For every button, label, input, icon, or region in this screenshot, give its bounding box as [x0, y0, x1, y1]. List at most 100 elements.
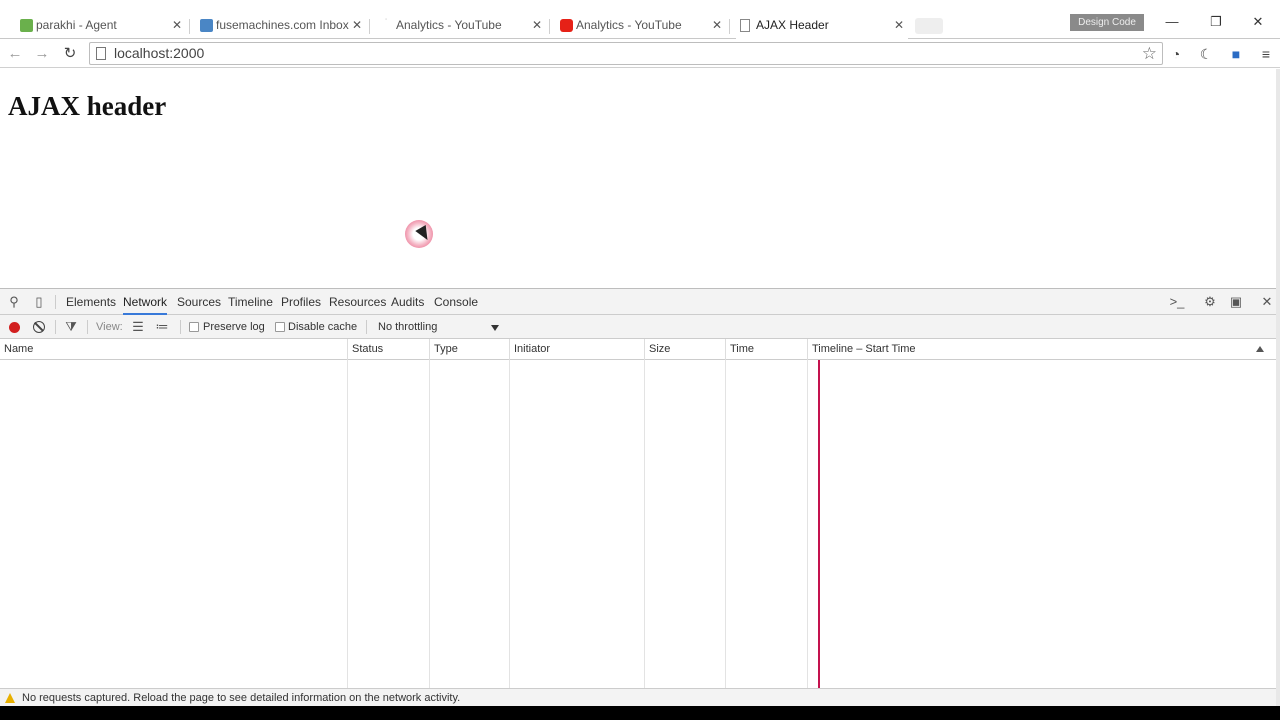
bookmark-star-icon[interactable]: ☆ [1142, 43, 1157, 64]
tab-fusemachines-inbox[interactable]: fusemachines.com Inbox ✕ [196, 14, 366, 39]
column-status[interactable]: Status [348, 339, 430, 360]
column-type[interactable]: Type [430, 339, 510, 360]
right-edge-scrollbar[interactable] [1276, 69, 1280, 720]
page-icon [740, 19, 750, 32]
view-label: View: [96, 321, 123, 333]
green-agent-icon [20, 19, 33, 32]
tab-analytics-youtube-1[interactable]: ˙ Analytics - YouTube ✕ [376, 14, 546, 39]
network-grid-body [0, 360, 1276, 688]
toolbar-divider [87, 320, 88, 334]
column-divider [509, 360, 510, 688]
tab-divider [729, 19, 730, 34]
youtube-icon [560, 19, 573, 32]
tab-ajax-header[interactable]: AJAX Header ✕ [736, 14, 908, 39]
address-bar[interactable]: localhost:2000 ☆ [89, 42, 1163, 65]
url-text: localhost:2000 [114, 45, 205, 61]
toolbar-divider [180, 320, 181, 334]
column-time[interactable]: Time [726, 339, 808, 360]
forward-arrow-icon[interactable]: → [31, 43, 53, 65]
filter-icon[interactable]: ⧩ [62, 318, 80, 336]
tab-audits[interactable]: Audits [391, 289, 424, 315]
close-window-button[interactable]: ✕ [1238, 14, 1278, 32]
network-grid-header: Name Status Type Initiator Size Time Tim… [0, 339, 1276, 360]
preserve-log-label: Preserve log [203, 321, 265, 333]
minimize-button[interactable]: — [1152, 14, 1192, 32]
window-top-edge [0, 0, 1280, 14]
network-status-bar: No requests captured. Reload the page to… [0, 688, 1276, 707]
new-tab-button[interactable] [915, 18, 943, 34]
page-viewport: AJAX header [0, 69, 1276, 288]
tab-console[interactable]: Console [434, 289, 478, 315]
page-icon [96, 47, 106, 60]
column-timeline[interactable]: Timeline – Start Time [808, 339, 1276, 360]
browser-toolbar: ← → ↻ localhost:2000 ☆ ◔ ☾ ■ ≡ [0, 40, 1280, 68]
extension-clock-icon[interactable]: ◔ [1166, 44, 1186, 64]
toolbar-divider [366, 320, 367, 334]
warning-icon [5, 693, 15, 703]
close-tab-icon[interactable]: ✕ [532, 14, 542, 37]
tab-profiles[interactable]: Profiles [281, 289, 321, 315]
console-drawer-icon[interactable]: >_ [1168, 293, 1186, 311]
preserve-log-checkbox[interactable] [189, 322, 199, 332]
tab-title: Analytics - YouTube [576, 18, 682, 32]
back-arrow-icon[interactable]: ← [4, 43, 26, 65]
column-size[interactable]: Size [645, 339, 726, 360]
devtools-panel: ⚲ ▯ Elements Network Sources Timeline Pr… [0, 288, 1276, 707]
record-button[interactable] [9, 322, 20, 333]
tab-title: fusemachines.com Inbox [216, 18, 349, 32]
waterfall-view-icon[interactable]: ≔ [153, 318, 171, 336]
browser-window: parakhi - Agent ✕ fusemachines.com Inbox… [0, 0, 1280, 720]
tab-divider [55, 295, 56, 309]
column-divider [429, 360, 430, 688]
close-tab-icon[interactable]: ✕ [894, 14, 904, 37]
column-divider [725, 360, 726, 688]
tab-timeline[interactable]: Timeline [228, 289, 273, 315]
chevron-down-icon[interactable] [491, 325, 499, 331]
page-heading: AJAX header [8, 91, 167, 121]
close-tab-icon[interactable]: ✕ [172, 14, 182, 37]
device-mode-icon[interactable]: ▯ [30, 293, 48, 311]
close-tab-icon[interactable]: ✕ [352, 14, 362, 37]
load-event-marker [818, 360, 820, 688]
disable-cache-label: Disable cache [288, 321, 358, 333]
tab-title: Analytics - YouTube [396, 18, 502, 32]
tab-title: AJAX Header [756, 18, 829, 32]
toolbar-divider [55, 320, 56, 334]
column-name[interactable]: Name [0, 339, 348, 360]
tab-divider [189, 19, 190, 34]
menu-icon[interactable]: ≡ [1256, 44, 1276, 64]
close-devtools-icon[interactable]: ✕ [1258, 293, 1276, 311]
inspect-search-icon[interactable]: ⚲ [5, 293, 23, 311]
column-divider [347, 360, 348, 688]
tab-parakhi-agent[interactable]: parakhi - Agent ✕ [16, 14, 186, 39]
tab-title: parakhi - Agent [36, 18, 117, 32]
close-tab-icon[interactable]: ✕ [712, 14, 722, 37]
tab-analytics-youtube-2[interactable]: Analytics - YouTube ✕ [556, 14, 726, 39]
gear-icon[interactable]: ⚙ [1201, 293, 1219, 311]
extension-blue-icon[interactable]: ■ [1226, 44, 1246, 64]
list-view-icon[interactable]: ☰ [129, 318, 147, 336]
disable-cache-checkbox[interactable] [275, 322, 285, 332]
tab-divider [369, 19, 370, 34]
tab-elements[interactable]: Elements [66, 289, 116, 315]
column-divider [807, 360, 808, 688]
tab-network[interactable]: Network [123, 289, 168, 315]
throttling-select[interactable]: No throttling [378, 315, 437, 339]
dock-side-icon[interactable]: ▣ [1227, 293, 1245, 311]
clear-icon[interactable] [33, 321, 45, 333]
tab-divider [549, 19, 550, 34]
network-toolbar: ⧩ View: ☰ ≔ Preserve log Disable cache N… [0, 315, 1276, 339]
restore-button[interactable]: ❐ [1196, 14, 1236, 32]
tab-resources[interactable]: Resources [329, 289, 386, 315]
reload-icon[interactable]: ↻ [59, 43, 81, 65]
tab-sources[interactable]: Sources [177, 289, 221, 315]
sort-ascending-icon[interactable] [1256, 346, 1264, 352]
screen-bottom-edge [0, 706, 1280, 720]
design-code-badge: Design Code [1070, 14, 1144, 31]
column-initiator[interactable]: Initiator [510, 339, 645, 360]
mail-icon [200, 19, 213, 32]
column-divider [644, 360, 645, 688]
extension-moon-icon[interactable]: ☾ [1196, 44, 1216, 64]
loading-icon: ˙ [384, 18, 389, 29]
devtools-tab-bar: ⚲ ▯ Elements Network Sources Timeline Pr… [0, 289, 1276, 315]
